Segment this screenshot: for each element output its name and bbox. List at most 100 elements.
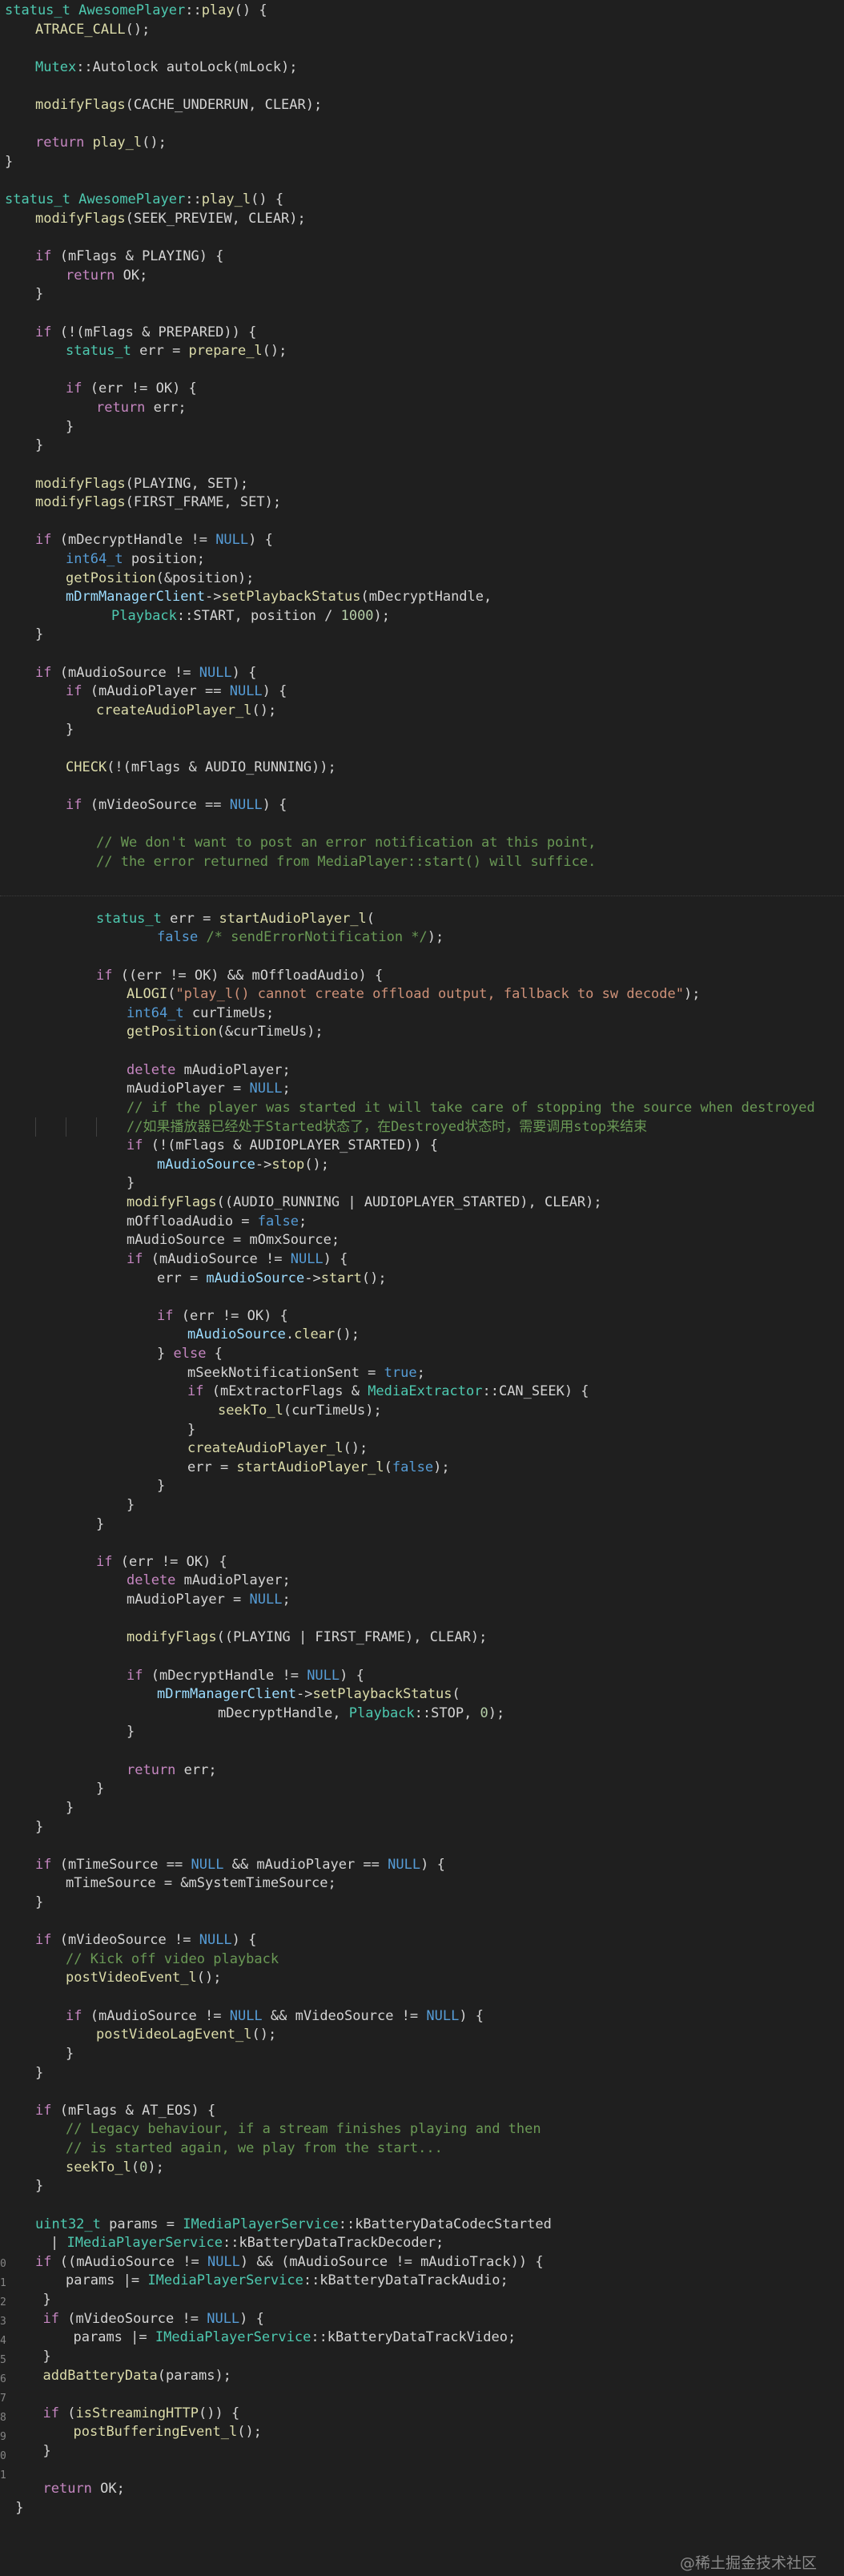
code-line[interactable]: if (mAudioPlayer == NULL) { bbox=[66, 682, 287, 701]
code-line[interactable]: // Kick off video playback bbox=[66, 1950, 279, 1969]
code-line[interactable]: mOffloadAudio = false; bbox=[127, 1212, 307, 1231]
code-line[interactable]: mDrmManagerClient->setPlaybackStatus(mDe… bbox=[66, 587, 492, 606]
code-line[interactable]: mAudioSource = mOmxSource; bbox=[127, 1230, 340, 1250]
code-line[interactable]: if (mAudioSource != NULL) { bbox=[35, 663, 256, 682]
code-line[interactable]: if (mFlags & AT_EOS) { bbox=[35, 2101, 215, 2120]
code-line[interactable]: | IMediaPlayerService::kBatteryDataTrack… bbox=[50, 2233, 444, 2252]
code-line[interactable]: mAudioPlayer = NULL; bbox=[127, 1079, 291, 1098]
code-line[interactable]: } bbox=[43, 2347, 51, 2366]
code-line[interactable]: int64_t curTimeUs; bbox=[127, 1004, 274, 1023]
code-line[interactable]: modifyFlags(FIRST_FRAME, SET); bbox=[35, 493, 281, 512]
code-line[interactable]: if ((mAudioSource != NULL) && (mAudioSou… bbox=[35, 2252, 544, 2272]
code-line[interactable]: return OK; bbox=[43, 2479, 125, 2498]
code-line[interactable]: } bbox=[43, 2441, 51, 2461]
code-line[interactable]: if (err != OK) { bbox=[96, 1552, 227, 1572]
code-line[interactable]: if (mDecryptHandle != NULL) { bbox=[127, 1666, 364, 1685]
code-line[interactable]: Mutex::Autolock autoLock(mLock); bbox=[35, 58, 298, 77]
code-line[interactable]: } bbox=[66, 720, 74, 739]
code-line[interactable]: status_t AwesomePlayer::play() { bbox=[5, 1, 267, 20]
code-line[interactable]: getPosition(&curTimeUs); bbox=[127, 1022, 324, 1041]
code-line[interactable]: err = mAudioSource->start(); bbox=[157, 1269, 387, 1288]
code-line[interactable]: createAudioPlayer_l(); bbox=[96, 701, 276, 720]
code-line[interactable]: // the error returned from MediaPlayer::… bbox=[96, 852, 596, 871]
code-line[interactable]: postVideoLagEvent_l(); bbox=[96, 2025, 276, 2044]
code-line[interactable]: getPosition(&position); bbox=[66, 569, 254, 588]
code-line[interactable]: } bbox=[35, 2176, 43, 2196]
code-line[interactable]: false /* sendErrorNotification */); bbox=[157, 928, 444, 947]
code-line[interactable]: //如果播放器已经处于Started状态了，在Destroyed状态时，需要调用… bbox=[127, 1117, 647, 1137]
code-line[interactable]: return err; bbox=[127, 1761, 217, 1780]
code-line[interactable]: postBufferingEvent_l(); bbox=[74, 2422, 262, 2441]
code-line[interactable]: modifyFlags(CACHE_UNDERRUN, CLEAR); bbox=[35, 95, 322, 115]
code-line[interactable]: mAudioSource->stop(); bbox=[157, 1155, 329, 1174]
code-line[interactable]: if (mFlags & PLAYING) { bbox=[35, 247, 223, 266]
code-line[interactable]: // if the player was started it will tak… bbox=[127, 1098, 815, 1117]
code-line[interactable]: return OK; bbox=[66, 266, 147, 285]
code-line[interactable]: } bbox=[157, 1476, 165, 1495]
code-line[interactable]: int64_t position; bbox=[66, 549, 205, 569]
code-line[interactable]: if ((err != OK) && mOffloadAudio) { bbox=[96, 966, 383, 985]
code-line[interactable]: status_t err = startAudioPlayer_l( bbox=[96, 909, 375, 928]
code-line[interactable]: } bbox=[43, 2290, 51, 2309]
code-line[interactable]: ATRACE_CALL(); bbox=[35, 20, 150, 39]
code-line[interactable]: ALOGI("play_l() cannot create offload ou… bbox=[127, 984, 700, 1004]
code-line[interactable]: status_t AwesomePlayer::play_l() { bbox=[5, 190, 283, 209]
code-line[interactable]: uint32_t params = IMediaPlayerService::k… bbox=[35, 2215, 552, 2234]
code-line[interactable]: } bbox=[187, 1420, 195, 1439]
code-line[interactable]: seekTo_l(0); bbox=[66, 2158, 164, 2177]
code-line[interactable]: mTimeSource = &mSystemTimeSource; bbox=[66, 1874, 336, 1893]
code-line[interactable]: if (err != OK) { bbox=[66, 379, 197, 398]
code-line[interactable]: // Legacy behaviour, if a stream finishe… bbox=[66, 2119, 541, 2139]
code-line[interactable]: } bbox=[35, 284, 43, 304]
code-line[interactable]: CHECK(!(mFlags & AUDIO_RUNNING)); bbox=[66, 758, 336, 777]
code-line[interactable]: if (isStreamingHTTP()) { bbox=[43, 2404, 240, 2423]
code-line[interactable]: modifyFlags(PLAYING, SET); bbox=[35, 474, 248, 493]
code-line[interactable]: if (mAudioSource != NULL && mVideoSource… bbox=[66, 2006, 484, 2026]
code-line[interactable]: delete mAudioPlayer; bbox=[127, 1061, 291, 1080]
code-line[interactable]: params |= IMediaPlayerService::kBatteryD… bbox=[74, 2328, 516, 2347]
code-line[interactable]: modifyFlags((PLAYING | FIRST_FRAME), CLE… bbox=[127, 1628, 487, 1647]
code-editor[interactable]: status_t AwesomePlayer::play() {ATRACE_C… bbox=[0, 0, 844, 2576]
code-line[interactable]: } bbox=[66, 1798, 74, 1817]
code-line[interactable]: } bbox=[35, 1893, 43, 1912]
code-line[interactable]: } bbox=[66, 417, 74, 437]
code-line[interactable]: // We don't want to post an error notifi… bbox=[96, 833, 596, 852]
code-line[interactable]: modifyFlags((AUDIO_RUNNING | AUDIOPLAYER… bbox=[127, 1193, 602, 1212]
code-line[interactable]: if (mVideoSource == NULL) { bbox=[66, 795, 287, 815]
code-line[interactable]: } bbox=[35, 625, 43, 644]
code-line[interactable]: } bbox=[127, 1173, 135, 1193]
code-line[interactable]: } bbox=[66, 2044, 74, 2063]
code-line[interactable]: postVideoEvent_l(); bbox=[66, 1968, 221, 1987]
code-line[interactable]: if (mTimeSource == NULL && mAudioPlayer … bbox=[35, 1855, 445, 1874]
code-line[interactable]: addBatteryData(params); bbox=[43, 2366, 231, 2385]
code-line[interactable]: // is started again, we play from the st… bbox=[66, 2139, 443, 2158]
code-line[interactable]: } bbox=[35, 2063, 43, 2083]
code-line[interactable]: status_t err = prepare_l(); bbox=[66, 341, 287, 360]
code-line[interactable]: mDecryptHandle, Playback::STOP, 0); bbox=[218, 1704, 504, 1723]
code-line[interactable]: if (mVideoSource != NULL) { bbox=[43, 2309, 264, 2328]
code-line[interactable]: mAudioPlayer = NULL; bbox=[127, 1590, 291, 1609]
code-line[interactable]: } bbox=[96, 1779, 104, 1798]
code-line[interactable]: return err; bbox=[96, 398, 187, 417]
code-line[interactable]: mDrmManagerClient->setPlaybackStatus( bbox=[157, 1684, 460, 1704]
code-line[interactable]: } bbox=[35, 436, 43, 455]
code-line[interactable]: } bbox=[96, 1515, 104, 1534]
code-line[interactable]: Playback::START, position / 1000); bbox=[111, 606, 390, 626]
code-line[interactable]: delete mAudioPlayer; bbox=[127, 1571, 291, 1590]
code-line[interactable]: params |= IMediaPlayerService::kBatteryD… bbox=[66, 2271, 508, 2290]
code-line[interactable]: } bbox=[35, 1817, 43, 1837]
code-line[interactable]: createAudioPlayer_l(); bbox=[187, 1439, 368, 1458]
code-line[interactable]: err = startAudioPlayer_l(false); bbox=[187, 1458, 450, 1477]
code-line[interactable]: mSeekNotificationSent = true; bbox=[187, 1363, 425, 1383]
code-line[interactable]: if (mDecryptHandle != NULL) { bbox=[35, 530, 273, 549]
code-line[interactable]: seekTo_l(curTimeUs); bbox=[218, 1401, 382, 1420]
code-line[interactable]: } bbox=[5, 152, 13, 171]
code-line[interactable]: if (err != OK) { bbox=[157, 1306, 288, 1326]
code-line[interactable]: if (mVideoSource != NULL) { bbox=[35, 1930, 256, 1950]
code-line[interactable]: mAudioSource.clear(); bbox=[187, 1325, 360, 1344]
code-line[interactable]: } bbox=[127, 1722, 135, 1741]
code-line[interactable]: modifyFlags(SEEK_PREVIEW, CLEAR); bbox=[35, 209, 306, 228]
code-line[interactable]: if (mAudioSource != NULL) { bbox=[127, 1250, 348, 1269]
code-line[interactable]: return play_l(); bbox=[35, 133, 167, 152]
code-line[interactable]: } else { bbox=[157, 1344, 223, 1363]
